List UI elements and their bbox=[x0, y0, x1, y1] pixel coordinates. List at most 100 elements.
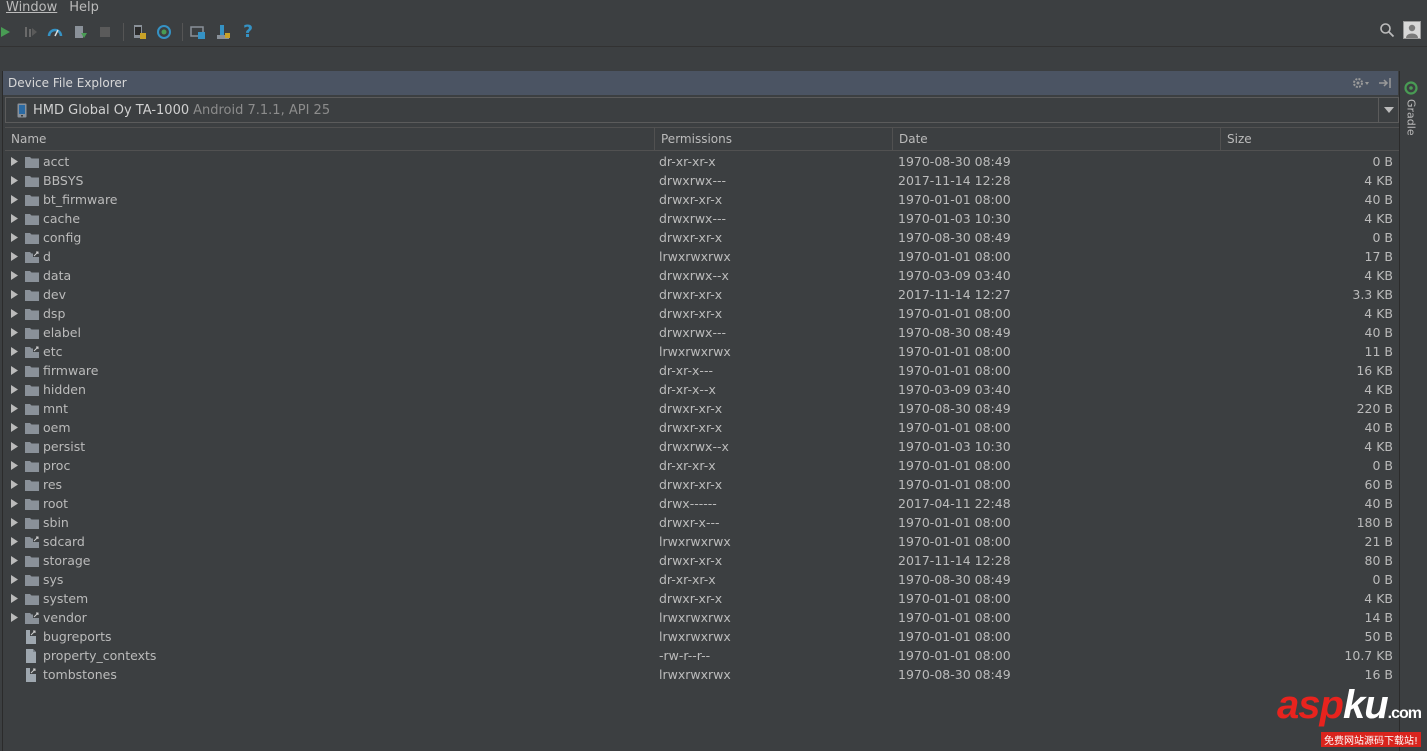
expand-arrow-icon[interactable] bbox=[8, 266, 20, 285]
file-size: 40 B bbox=[1364, 420, 1393, 435]
debug-button[interactable] bbox=[19, 21, 41, 43]
folder-icon bbox=[25, 171, 41, 190]
gradle-tab[interactable]: Gradle bbox=[1404, 81, 1418, 136]
navigation-bar bbox=[0, 48, 1427, 70]
table-row[interactable]: property_contexts -rw-r--r-- 1970-01-01 08… bbox=[5, 646, 1399, 665]
user-avatar-icon[interactable] bbox=[1403, 21, 1421, 39]
expand-arrow-icon[interactable] bbox=[8, 361, 20, 380]
folder-icon bbox=[25, 209, 41, 228]
sync-button[interactable] bbox=[153, 21, 175, 43]
file-permissions: dr-xr-xr-x bbox=[659, 458, 716, 473]
search-icon[interactable] bbox=[1379, 22, 1395, 38]
expand-arrow-icon[interactable] bbox=[8, 456, 20, 475]
table-row[interactable]: storage drwxr-xr-x 2017-11-14 12:28 80 B bbox=[5, 551, 1399, 570]
expand-arrow-icon[interactable] bbox=[8, 285, 20, 304]
table-row[interactable]: proc dr-xr-xr-x 1970-01-01 08:00 0 B bbox=[5, 456, 1399, 475]
sdk-manager-button[interactable] bbox=[212, 21, 234, 43]
gear-icon[interactable] bbox=[1352, 77, 1370, 89]
device-dropdown-button[interactable] bbox=[1378, 98, 1398, 122]
stop-button[interactable] bbox=[94, 21, 116, 43]
table-row[interactable]: res drwxr-xr-x 1970-01-01 08:00 60 B bbox=[5, 475, 1399, 494]
expand-arrow-icon[interactable] bbox=[8, 437, 20, 456]
expand-arrow-icon[interactable] bbox=[8, 608, 20, 627]
table-row[interactable]: config drwxr-xr-x 1970-08-30 08:49 0 B bbox=[5, 228, 1399, 247]
file-name: d bbox=[43, 249, 51, 264]
avd-manager-button[interactable] bbox=[128, 21, 150, 43]
table-row[interactable]: mnt drwxr-xr-x 1970-08-30 08:49 220 B bbox=[5, 399, 1399, 418]
file-name: proc bbox=[43, 458, 71, 473]
table-row[interactable]: vendor lrwxrwxrwx 1970-01-01 08:00 14 B bbox=[5, 608, 1399, 627]
table-row[interactable]: sys dr-xr-xr-x 1970-08-30 08:49 0 B bbox=[5, 570, 1399, 589]
table-row[interactable]: dsp drwxr-xr-x 1970-01-01 08:00 4 KB bbox=[5, 304, 1399, 323]
file-permissions: drwxrwx--x bbox=[659, 268, 729, 283]
expand-arrow-icon[interactable] bbox=[8, 589, 20, 608]
expand-arrow-icon[interactable] bbox=[8, 551, 20, 570]
file-permissions: lrwxrwxrwx bbox=[659, 249, 731, 264]
table-row[interactable]: data drwxrwx--x 1970-03-09 03:40 4 KB bbox=[5, 266, 1399, 285]
device-name: HMD Global Oy TA-1000 bbox=[33, 102, 190, 118]
file-name: system bbox=[43, 591, 89, 606]
table-row[interactable]: firmware dr-xr-x--- 1970-01-01 08:00 16 KB bbox=[5, 361, 1399, 380]
expand-arrow-icon[interactable] bbox=[8, 171, 20, 190]
expand-arrow-icon[interactable] bbox=[8, 494, 20, 513]
column-header-size[interactable]: Size bbox=[1221, 128, 1399, 151]
table-row[interactable]: oem drwxr-xr-x 1970-01-01 08:00 40 B bbox=[5, 418, 1399, 437]
folder-icon bbox=[25, 323, 41, 342]
main-toolbar: ? bbox=[0, 17, 1427, 47]
expand-arrow-icon[interactable] bbox=[8, 380, 20, 399]
folder-icon bbox=[25, 266, 41, 285]
expand-arrow-icon[interactable] bbox=[8, 152, 20, 171]
expand-arrow-icon[interactable] bbox=[8, 399, 20, 418]
expand-arrow-icon[interactable] bbox=[8, 304, 20, 323]
table-row[interactable]: bt_firmware drwxr-xr-x 1970-01-01 08:00 40 … bbox=[5, 190, 1399, 209]
menu-window[interactable]: Window bbox=[0, 1, 63, 15]
file-name: property_contexts bbox=[43, 648, 157, 663]
expand-arrow-icon[interactable] bbox=[8, 418, 20, 437]
run-button[interactable] bbox=[0, 21, 16, 43]
expand-arrow-icon[interactable] bbox=[8, 342, 20, 361]
file-date: 1970-01-03 10:30 bbox=[898, 211, 1011, 226]
column-header-permissions[interactable]: Permissions bbox=[655, 128, 893, 151]
table-row[interactable]: tombstones lrwxrwxrwx 1970-08-30 08:49 16 B bbox=[5, 665, 1399, 684]
expand-arrow-icon[interactable] bbox=[8, 475, 20, 494]
expand-arrow-icon[interactable] bbox=[8, 513, 20, 532]
expand-arrow-icon[interactable] bbox=[8, 247, 20, 266]
profile-button[interactable] bbox=[44, 21, 66, 43]
menu-help[interactable]: Help bbox=[63, 1, 105, 15]
column-header-date[interactable]: Date bbox=[893, 128, 1221, 151]
table-row[interactable]: dev drwxr-xr-x 2017-11-14 12:27 3.3 KB bbox=[5, 285, 1399, 304]
table-row[interactable]: hidden dr-xr-x--x 1970-03-09 03:40 4 KB bbox=[5, 380, 1399, 399]
file-size: 16 B bbox=[1364, 667, 1393, 682]
table-row[interactable]: root drwx------ 2017-04-11 22:48 40 B bbox=[5, 494, 1399, 513]
expand-arrow-icon[interactable] bbox=[8, 190, 20, 209]
expand-arrow-icon[interactable] bbox=[8, 323, 20, 342]
file-date: 1970-01-01 08:00 bbox=[898, 363, 1011, 378]
table-row[interactable]: persist drwxrwx--x 1970-01-03 10:30 4 KB bbox=[5, 437, 1399, 456]
help-button[interactable]: ? bbox=[237, 21, 259, 43]
apply-changes-button[interactable] bbox=[69, 21, 91, 43]
expand-arrow-icon[interactable] bbox=[8, 532, 20, 551]
table-row[interactable]: system drwxr-xr-x 1970-01-01 08:00 4 KB bbox=[5, 589, 1399, 608]
device-selector[interactable]: HMD Global Oy TA-1000 Android 7.1.1, API… bbox=[5, 97, 1399, 123]
table-row[interactable]: etc lrwxrwxrwx 1970-01-01 08:00 11 B bbox=[5, 342, 1399, 361]
column-header-name[interactable]: Name bbox=[5, 128, 655, 151]
table-row[interactable]: d lrwxrwxrwx 1970-01-01 08:00 17 B bbox=[5, 247, 1399, 266]
table-row[interactable]: bugreports lrwxrwxrwx 1970-01-01 08:00 50 B bbox=[5, 627, 1399, 646]
table-row[interactable]: acct dr-xr-xr-x 1970-08-30 08:49 0 B bbox=[5, 152, 1399, 171]
expand-arrow-icon[interactable] bbox=[8, 228, 20, 247]
file-date: 2017-04-11 22:48 bbox=[898, 496, 1011, 511]
expand-arrow-icon[interactable] bbox=[8, 209, 20, 228]
file-size: 0 B bbox=[1372, 458, 1393, 473]
table-row[interactable]: cache drwxrwx--- 1970-01-03 10:30 4 KB bbox=[5, 209, 1399, 228]
file-permissions: drwxr-xr-x bbox=[659, 401, 723, 416]
table-row[interactable]: sbin drwxr-x--- 1970-01-01 08:00 180 B bbox=[5, 513, 1399, 532]
file-size: 60 B bbox=[1364, 477, 1393, 492]
table-row[interactable]: BBSYS drwxrwx--- 2017-11-14 12:28 4 KB bbox=[5, 171, 1399, 190]
device-manager-button[interactable] bbox=[187, 21, 209, 43]
table-row[interactable]: elabel drwxrwx--- 1970-08-30 08:49 40 B bbox=[5, 323, 1399, 342]
expand-arrow-icon[interactable] bbox=[8, 570, 20, 589]
hide-panel-icon[interactable] bbox=[1378, 77, 1392, 89]
file-name: bt_firmware bbox=[43, 192, 118, 207]
folder-icon bbox=[25, 551, 41, 570]
table-row[interactable]: sdcard lrwxrwxrwx 1970-01-01 08:00 21 B bbox=[5, 532, 1399, 551]
